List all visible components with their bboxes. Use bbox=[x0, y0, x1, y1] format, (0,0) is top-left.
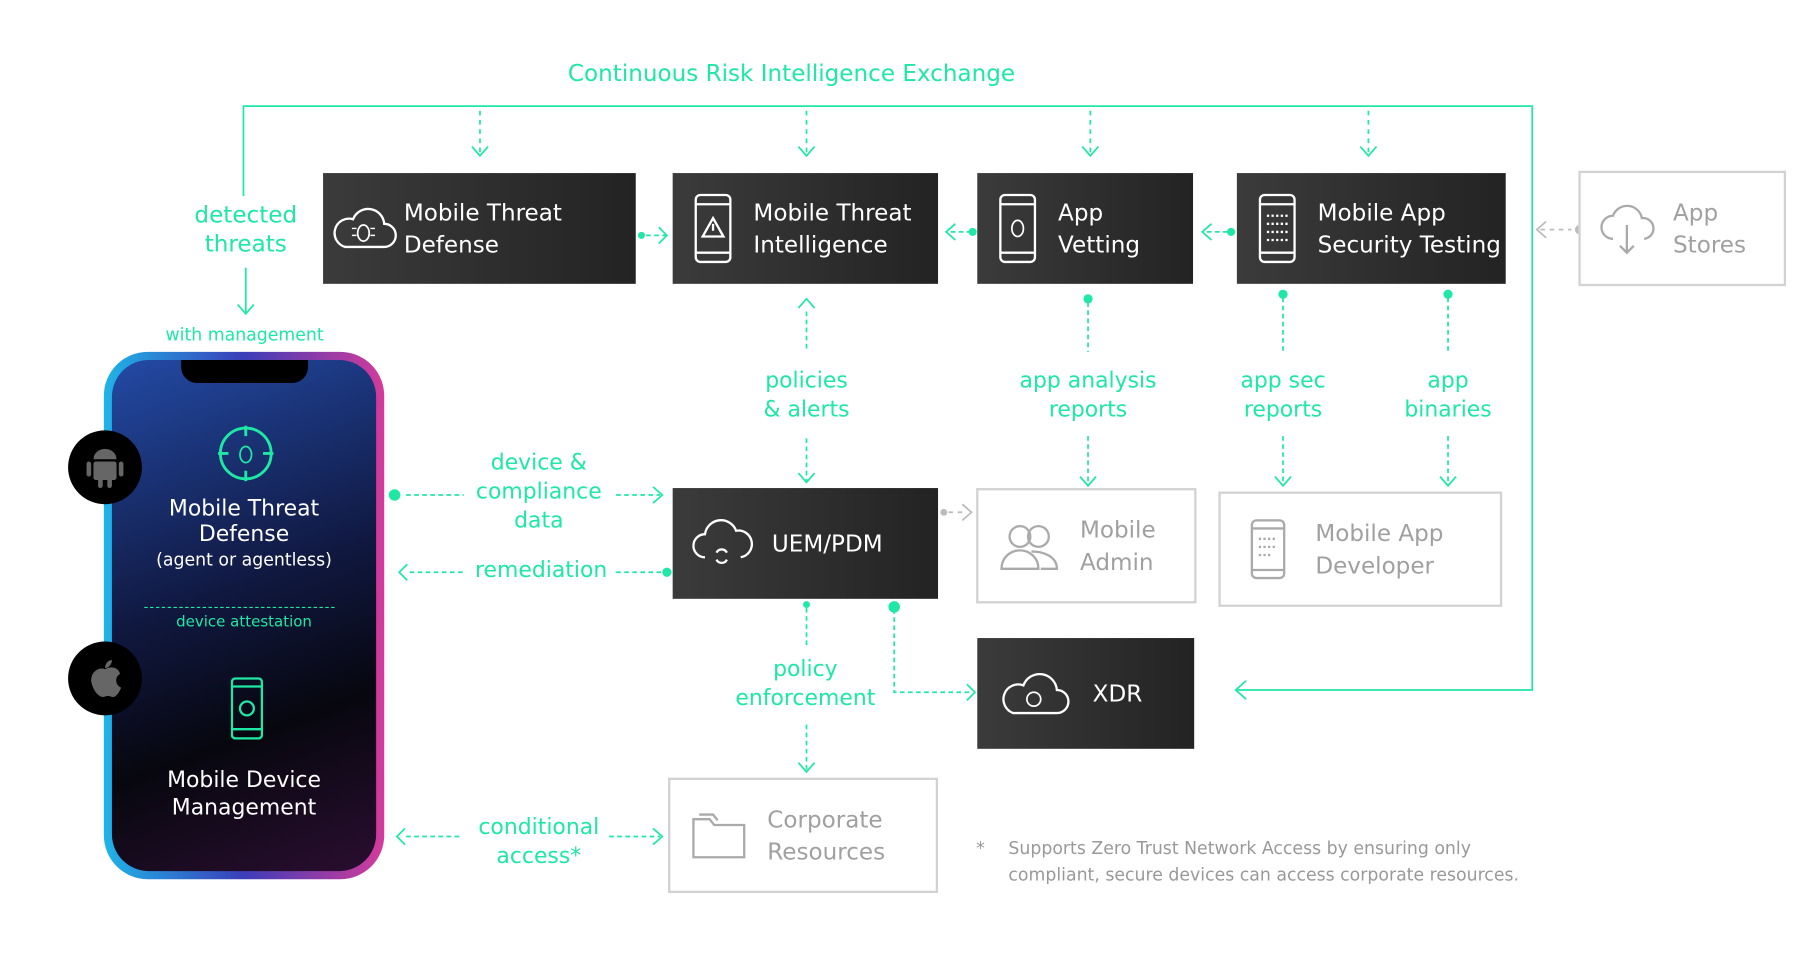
box-label: Corporate bbox=[767, 805, 883, 834]
box-label: Mobile App bbox=[1315, 519, 1444, 547]
footnote-line: compliant, secure devices can access cor… bbox=[1008, 864, 1519, 885]
footnote-mark: * bbox=[976, 837, 985, 859]
phone-bug-icon bbox=[977, 193, 1058, 265]
box-label: UEM/PDM bbox=[771, 529, 883, 558]
label-compliance: device & compliance data bbox=[476, 449, 602, 536]
box-mobile-admin: Mobile Admin bbox=[976, 488, 1197, 604]
phone-gear-icon bbox=[230, 677, 264, 744]
phone-mtd-title: Defense bbox=[198, 521, 290, 547]
cloud-sync-icon bbox=[673, 516, 772, 571]
box-label: Mobile Threat bbox=[403, 198, 562, 227]
label-app-binaries: app binaries bbox=[1404, 367, 1491, 425]
label-policy-enforcement: policy enforcement bbox=[735, 655, 875, 713]
box-mobile-app-security-testing: Mobile App Security Testing bbox=[1236, 173, 1506, 284]
label-app-sec: app sec reports bbox=[1240, 367, 1325, 425]
box-label: Mobile bbox=[1079, 515, 1156, 544]
phone-notch bbox=[181, 359, 309, 384]
cloud-bug-icon bbox=[323, 203, 404, 254]
box-mobile-threat-intelligence: Mobile Threat Intelligence bbox=[672, 173, 939, 284]
folder-icon bbox=[670, 810, 767, 861]
box-mobile-threat-defense: Mobile Threat Defense bbox=[323, 173, 636, 284]
box-label: Vetting bbox=[1058, 230, 1141, 259]
label-remediation: remediation bbox=[474, 557, 608, 583]
box-mobile-app-developer: Mobile App Developer bbox=[1218, 491, 1503, 607]
label-line: & alerts bbox=[763, 396, 850, 423]
label-line: threats bbox=[204, 229, 287, 258]
apple-icon bbox=[68, 641, 142, 716]
box-label: Mobile Threat bbox=[753, 198, 912, 227]
label-line: detected bbox=[194, 200, 298, 229]
box-label: App bbox=[1058, 198, 1104, 227]
target-bug-icon bbox=[216, 423, 276, 488]
footnote: * Supports Zero Trust Network Access by … bbox=[976, 835, 1519, 888]
footnote-line: Supports Zero Trust Network Access by en… bbox=[1008, 837, 1471, 859]
box-label: Stores bbox=[1673, 230, 1747, 259]
attestation-divider bbox=[144, 606, 335, 609]
phone-attestation-label: device attestation bbox=[176, 613, 312, 632]
label-policies-alerts: policies & alerts bbox=[763, 367, 849, 425]
phone-binary-icon bbox=[1237, 193, 1318, 265]
phone-illustration: Mobile Threat Defense (agent or agentless… bbox=[103, 351, 385, 880]
label-line: app sec bbox=[1240, 368, 1326, 394]
box-corporate-resources: Corporate Resources bbox=[668, 777, 939, 894]
android-icon bbox=[68, 430, 142, 505]
label-line: device & bbox=[490, 449, 587, 476]
phone-mtd-title: Mobile Threat bbox=[168, 496, 320, 522]
box-uem-pdm: UEM/PDM bbox=[672, 488, 939, 599]
phone-screen: Mobile Threat Defense (agent or agentless… bbox=[111, 359, 377, 872]
cloud-binary-icon bbox=[977, 667, 1092, 720]
box-app-stores: App Stores bbox=[1578, 170, 1787, 287]
label-line: reports bbox=[1048, 396, 1128, 423]
label-line: reports bbox=[1243, 396, 1323, 423]
label-line: policy bbox=[773, 656, 838, 682]
label-line: data bbox=[514, 507, 564, 534]
box-label: Admin bbox=[1079, 548, 1154, 576]
box-label: App bbox=[1673, 198, 1719, 227]
box-label: Mobile App bbox=[1317, 198, 1446, 227]
box-label: Defense bbox=[403, 230, 499, 259]
users-icon bbox=[978, 520, 1080, 571]
label-app-analysis: app analysis reports bbox=[1020, 367, 1157, 425]
label-detected-threats: detected threats bbox=[194, 201, 297, 259]
diagram-title: Continuous Risk Intelligence Exchange bbox=[567, 58, 1016, 87]
label-line: binaries bbox=[1404, 396, 1492, 423]
phone-warning-icon bbox=[673, 193, 754, 265]
down-arrowheads bbox=[471, 145, 1378, 158]
label-line: enforcement bbox=[735, 685, 876, 711]
box-label: XDR bbox=[1092, 679, 1143, 708]
phone-mdm-title: Mobile Device bbox=[167, 767, 321, 793]
phone-mtd-subtitle: (agent or agentless) bbox=[156, 549, 332, 570]
label-line: conditional bbox=[478, 814, 600, 840]
box-label: Security Testing bbox=[1317, 230, 1501, 259]
phone-mdm-title: Management bbox=[171, 794, 317, 821]
label-conditional-access: conditional access* bbox=[478, 813, 599, 871]
label-line: compliance bbox=[475, 478, 602, 505]
box-label: Intelligence bbox=[753, 230, 888, 259]
label-line: access* bbox=[496, 843, 582, 869]
label-with-management: with management bbox=[165, 324, 324, 345]
box-xdr: XDR bbox=[977, 638, 1195, 749]
cloud-download-icon bbox=[1581, 200, 1673, 258]
label-line: app bbox=[1427, 368, 1469, 394]
diagram: Continuous Risk Intelligence Exchange de… bbox=[0, 0, 1800, 980]
box-label: Developer bbox=[1315, 551, 1435, 580]
label-line: policies bbox=[765, 368, 848, 394]
label-line: app analysis bbox=[1019, 368, 1157, 394]
box-app-vetting: App Vetting bbox=[977, 173, 1194, 284]
box-label: Resources bbox=[767, 837, 886, 866]
phone-binary-icon bbox=[1221, 518, 1316, 580]
